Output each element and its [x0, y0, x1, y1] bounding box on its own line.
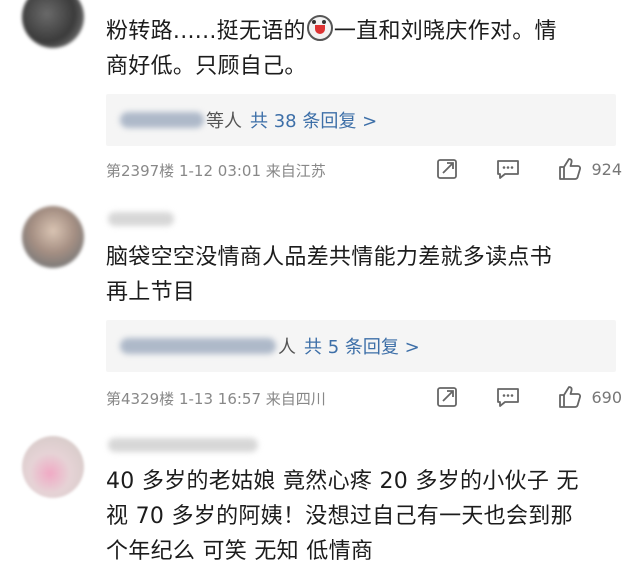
- comment-text-part: 商好低。只顾自己。: [106, 54, 307, 79]
- thumbs-up-icon: [559, 158, 582, 180]
- shocked-face-icon: [306, 15, 333, 41]
- comment-text: 粉转路......挺无语的 一直和刘晓庆作对。情 商好低。只顾自己。: [106, 14, 616, 84]
- like-count: 924: [591, 159, 622, 179]
- comment-text-part: 脑袋空空没情商人品差共情能力差就多读点书: [106, 245, 553, 270]
- reply-preview[interactable]: 人 共 5 条回复 >: [106, 320, 616, 372]
- reply-count-link[interactable]: 共 38 条回复 >: [250, 107, 377, 133]
- share-button[interactable]: [435, 385, 459, 409]
- avatar[interactable]: [22, 436, 84, 498]
- share-button[interactable]: [435, 157, 459, 181]
- comment-text-part: 个年纪么 可笑 无知 低情商: [106, 539, 374, 564]
- comment-item: 40 多岁的老姑娘 竟然心疼 20 多岁的小伙子 无 视 70 多岁的阿姨！没想…: [0, 424, 640, 571]
- comment-meta: 第2397楼 1-12 03:01 来自江苏: [106, 160, 326, 181]
- share-icon: [437, 387, 458, 407]
- floor-number: 第2397楼: [106, 162, 175, 180]
- share-icon: [437, 159, 458, 179]
- comment-text: 脑袋空空没情商人品差共情能力差就多读点书 再上节目: [106, 240, 616, 310]
- comment-icon: [497, 160, 520, 179]
- like-button[interactable]: 924: [557, 156, 622, 182]
- location: 来自四川: [265, 390, 326, 408]
- comment-meta: 第4329楼 1-13 16:57 来自四川: [106, 388, 326, 409]
- reply-usernames: [120, 338, 276, 354]
- comment-item: 粉转路......挺无语的 一直和刘晓庆作对。情 商好低。只顾自己。 等人 共 3…: [0, 0, 640, 200]
- comment-text-part: 一直和刘晓庆作对。情: [333, 19, 557, 44]
- reply-count-link[interactable]: 共 5 条回复 >: [304, 333, 420, 359]
- comment-text: 40 多岁的老姑娘 竟然心疼 20 多岁的小伙子 无 视 70 多岁的阿姨！没想…: [106, 464, 616, 569]
- reply-usernames: [120, 112, 204, 128]
- username[interactable]: [108, 438, 258, 452]
- timestamp: 1-12 03:01: [178, 162, 262, 180]
- comment-actions: 690: [435, 384, 622, 410]
- avatar[interactable]: [22, 206, 84, 268]
- username[interactable]: [108, 212, 174, 226]
- avatar[interactable]: [22, 0, 84, 48]
- comment-text-part: 粉转路......挺无语的: [106, 19, 306, 44]
- timestamp: 1-13 16:57: [178, 390, 262, 408]
- comment-button[interactable]: [495, 157, 521, 181]
- floor-number: 第4329楼: [106, 390, 175, 408]
- comment-icon: [497, 388, 520, 407]
- like-count: 690: [591, 387, 622, 407]
- thumbs-up-icon: [559, 386, 582, 408]
- comment-text-part: 视 70 多岁的阿姨！没想过自己有一天也会到那: [106, 504, 573, 529]
- comment-actions: 924: [435, 156, 622, 182]
- like-button[interactable]: 690: [557, 384, 622, 410]
- comment-button[interactable]: [495, 385, 521, 409]
- comment-text-part: 再上节目: [106, 280, 196, 305]
- reply-preview[interactable]: 等人 共 38 条回复 >: [106, 94, 616, 146]
- reply-suffix: 等人: [206, 111, 242, 132]
- location: 来自江苏: [265, 162, 326, 180]
- comment-item: 脑袋空空没情商人品差共情能力差就多读点书 再上节目 人 共 5 条回复 > 第4…: [0, 200, 640, 424]
- reply-suffix: 人: [278, 337, 296, 358]
- comment-text-part: 40 多岁的老姑娘 竟然心疼 20 多岁的小伙子 无: [106, 469, 579, 494]
